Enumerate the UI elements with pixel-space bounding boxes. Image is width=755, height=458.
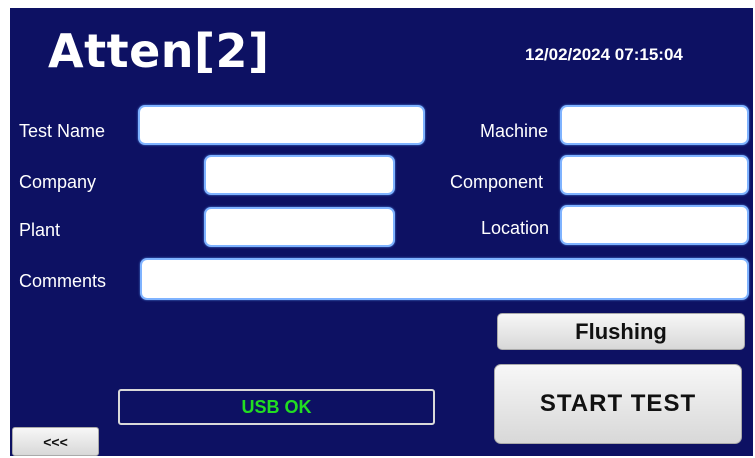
company-field[interactable] bbox=[204, 155, 395, 195]
usb-status-indicator: USB OK bbox=[118, 389, 435, 425]
test-name-field[interactable] bbox=[138, 105, 425, 145]
company-label: Company bbox=[19, 172, 97, 192]
start-test-button[interactable]: START TEST bbox=[494, 364, 742, 444]
back-button[interactable]: <<< bbox=[12, 427, 99, 456]
app-logo: Atten[2] bbox=[48, 24, 270, 78]
comments-field[interactable] bbox=[140, 258, 749, 300]
main-screen: Atten[2] 12/02/2024 07:15:04 Test Name C… bbox=[10, 8, 753, 456]
flushing-button[interactable]: Flushing bbox=[497, 313, 745, 350]
machine-label: Machine bbox=[480, 121, 549, 141]
comments-label: Comments bbox=[19, 271, 107, 291]
machine-field[interactable] bbox=[560, 105, 749, 145]
test-name-label: Test Name bbox=[19, 121, 106, 141]
plant-label: Plant bbox=[19, 220, 61, 240]
location-label: Location bbox=[481, 218, 550, 238]
component-label: Component bbox=[450, 172, 544, 192]
component-field[interactable] bbox=[560, 155, 749, 195]
plant-field[interactable] bbox=[204, 207, 395, 247]
location-field[interactable] bbox=[560, 205, 749, 245]
datetime-display: 12/02/2024 07:15:04 bbox=[525, 45, 683, 64]
